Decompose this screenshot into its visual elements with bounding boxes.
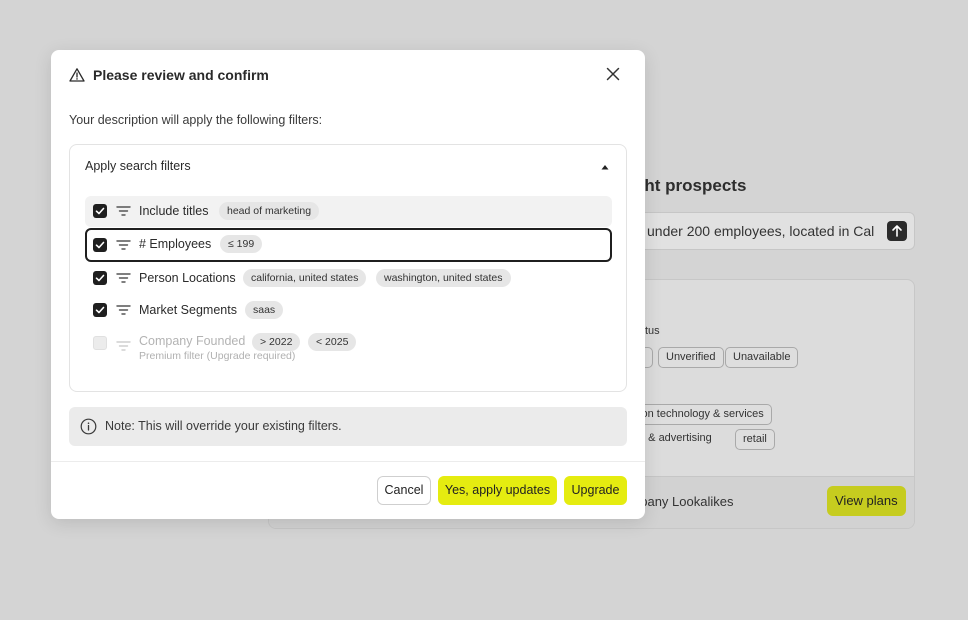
- filter-value-pill: ≤ 199: [220, 235, 263, 253]
- filter-lines-icon: [116, 273, 131, 283]
- info-icon: [80, 418, 97, 435]
- filter-row-company-founded: Company Founded Premium filter (Upgrade …: [85, 328, 612, 368]
- filter-checkbox[interactable]: [93, 204, 107, 218]
- page-heading: ght prospects: [634, 176, 747, 195]
- industry-chip[interactable]: tion technology & services: [629, 404, 772, 425]
- checkmark-icon: [95, 241, 105, 249]
- filter-lines-icon: [116, 341, 131, 351]
- warning-icon: [69, 68, 85, 82]
- accordion-heading[interactable]: Apply search filters: [85, 159, 191, 173]
- override-note: Note: This will override your existing f…: [69, 407, 627, 446]
- view-plans-button[interactable]: View plans: [827, 486, 906, 516]
- apply-updates-button[interactable]: Yes, apply updates: [438, 476, 557, 505]
- filter-row-include-titles: Include titles head of marketing: [85, 196, 612, 227]
- premium-filter-note: Premium filter (Upgrade required): [139, 350, 296, 362]
- filter-label: Include titles: [139, 204, 209, 218]
- dialog-title: Please review and confirm: [93, 67, 269, 83]
- filter-checkbox[interactable]: [93, 271, 107, 285]
- send-button[interactable]: [887, 221, 907, 241]
- filter-label: Person Locations: [139, 271, 236, 285]
- checkmark-icon: [95, 274, 105, 282]
- filter-value-pill: < 2025: [308, 333, 357, 351]
- filter-value-pill: washington, united states: [376, 269, 511, 287]
- cancel-button[interactable]: Cancel: [377, 476, 431, 505]
- status-chip[interactable]: Unverified: [658, 347, 724, 368]
- filter-lines-icon: [116, 305, 131, 315]
- close-icon[interactable]: [605, 66, 621, 82]
- filters-accordion: Apply search filters Include titles head…: [69, 144, 627, 392]
- note-text: Note: This will override your existing f…: [105, 419, 342, 433]
- dialog-header: Please review and confirm: [69, 66, 627, 86]
- filter-row-market-segments: Market Segments saas: [85, 295, 612, 326]
- confirm-dialog: Please review and confirm Your descripti…: [51, 50, 645, 519]
- filter-value-pill: saas: [245, 301, 284, 319]
- prompt-input-text: under 200 employees, located in Cal: [647, 223, 875, 239]
- filter-lines-icon: [116, 206, 131, 216]
- filter-label: Market Segments: [139, 303, 237, 317]
- filter-value-pill: head of marketing: [219, 202, 320, 220]
- filter-label: # Employees: [139, 237, 212, 251]
- filter-checkbox[interactable]: [93, 238, 107, 252]
- filter-value-pill: california, united states: [243, 269, 367, 287]
- filter-row-employees: # Employees ≤ 199: [85, 228, 612, 262]
- footer-text: npany Lookalikes: [633, 494, 734, 509]
- footer-divider: [51, 461, 645, 462]
- arrow-up-icon: [892, 225, 902, 237]
- filter-value-pill: > 2022: [252, 333, 301, 351]
- upgrade-button[interactable]: Upgrade: [564, 476, 627, 505]
- prompt-input[interactable]: under 200 employees, located in Cal: [632, 212, 915, 250]
- chevron-up-icon[interactable]: [600, 163, 610, 171]
- filter-checkbox[interactable]: [93, 303, 107, 317]
- filter-checkbox-disabled: [93, 336, 107, 350]
- dialog-description: Your description will apply the followin…: [69, 113, 323, 127]
- industry-chip[interactable]: retail: [735, 429, 775, 450]
- checkmark-icon: [95, 306, 105, 314]
- filter-label: Company Founded: [139, 334, 246, 348]
- status-label: tus: [645, 325, 660, 337]
- filter-lines-icon: [116, 240, 131, 250]
- checkmark-icon: [95, 207, 105, 215]
- status-chip[interactable]: Unavailable: [725, 347, 799, 368]
- filter-row-person-locations: Person Locations california, united stat…: [85, 263, 612, 294]
